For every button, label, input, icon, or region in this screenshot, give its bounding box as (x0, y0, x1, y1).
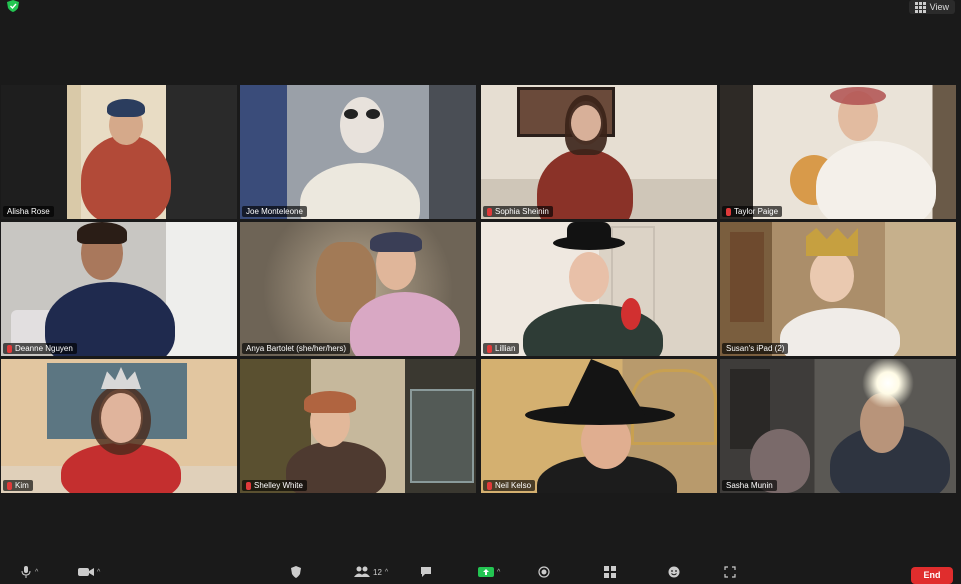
parrot-umbrella (621, 298, 641, 330)
video-tile-susans-ipad[interactable]: Susan's iPad (2) (720, 222, 956, 356)
participant-name-tag: Shelley White (242, 480, 307, 491)
muted-mic-icon (7, 344, 12, 353)
security-button[interactable] (290, 564, 302, 580)
participant-name-tag: Taylor Paige (722, 206, 783, 217)
participant-name: Deanne Nguyen (15, 344, 73, 353)
end-meeting-button[interactable]: End (911, 567, 953, 584)
record-icon (538, 566, 550, 578)
chevron-up-icon[interactable]: ^ (35, 569, 38, 576)
muted-mic-icon (7, 481, 12, 490)
mute-button[interactable]: ^ (20, 564, 38, 580)
headlamp-light (860, 359, 916, 407)
expand-icon (724, 566, 736, 578)
chat-button[interactable] (420, 564, 432, 580)
muted-mic-icon (246, 481, 251, 490)
microphone-icon (21, 566, 31, 578)
participants-button[interactable]: 12 ^ (354, 564, 388, 580)
video-tile-taylor-paige[interactable]: Taylor Paige (720, 85, 956, 219)
participant-name-tag: Susan's iPad (2) (722, 343, 789, 354)
video-tile-anya-bartolet[interactable]: Anya Bartolet (she/her/hers) (240, 222, 476, 356)
hat-top (567, 222, 611, 244)
more-button[interactable] (724, 564, 736, 580)
participant-name: Sophia Sheinin (495, 207, 549, 216)
video-tile-sophia-sheinin[interactable]: Sophia Sheinin (481, 85, 717, 219)
participant-name: Taylor Paige (734, 207, 779, 216)
participant-name-tag: Sophia Sheinin (483, 206, 553, 217)
participant-name-tag: Kim (3, 480, 33, 491)
encryption-shield-icon[interactable] (6, 0, 20, 12)
video-tile-joe-monteleone[interactable]: Joe Monteleone (240, 85, 476, 219)
muted-mic-icon (487, 481, 492, 490)
apps-button[interactable] (604, 564, 616, 580)
video-tile-sasha-munin[interactable]: Sasha Munin (720, 359, 956, 493)
apps-grid-icon (604, 566, 616, 578)
participant-name-tag: Lillian (483, 343, 520, 354)
participant-name-tag: Deanne Nguyen (3, 343, 77, 354)
chevron-up-icon[interactable]: ^ (497, 569, 500, 576)
muted-mic-icon (726, 207, 731, 216)
video-tile-shelley-white[interactable]: Shelley White (240, 359, 476, 493)
participant-name-tag: Neil Kelso (483, 480, 536, 491)
participant-name-tag: Joe Monteleone (242, 206, 307, 217)
participants-icon (354, 566, 370, 577)
video-tile-alisha-rose[interactable]: Alisha Rose (1, 85, 237, 219)
participant-name: Neil Kelso (495, 481, 532, 490)
participant-name: Alisha Rose (7, 207, 50, 216)
glass-cabinet (410, 389, 474, 483)
top-bar: View (0, 0, 961, 16)
participant-name-tag: Sasha Munin (722, 480, 777, 491)
view-label: View (929, 2, 949, 12)
chat-bubble-icon (421, 567, 431, 577)
smiley-icon (668, 566, 680, 578)
participant-name: Anya Bartolet (she/her/hers) (246, 344, 347, 353)
participant-name-tag: Alisha Rose (3, 206, 54, 217)
shield-icon (291, 566, 301, 578)
participant-name: Shelley White (254, 481, 303, 490)
participant-name: Joe Monteleone (246, 207, 303, 216)
muted-mic-icon (487, 344, 492, 353)
gallery-grid: Alisha Rose Joe Monteleone Sophia Sheini… (0, 84, 961, 494)
chevron-up-icon[interactable]: ^ (97, 569, 100, 576)
participant-name-tag: Anya Bartolet (she/her/hers) (242, 343, 351, 354)
video-tile-kim[interactable]: Kim (1, 359, 237, 493)
view-button[interactable]: View (908, 0, 955, 14)
muted-mic-icon (487, 207, 492, 216)
participant-name: Susan's iPad (2) (726, 344, 785, 353)
share-screen-button[interactable]: ^ (478, 564, 500, 580)
record-button[interactable] (538, 564, 550, 580)
share-screen-icon (478, 567, 494, 577)
video-camera-icon (78, 568, 94, 576)
grid-view-icon (914, 1, 926, 13)
video-tile-neil-kelso[interactable]: Neil Kelso (481, 359, 717, 493)
video-button[interactable]: ^ (78, 564, 100, 580)
participant-name: Kim (15, 481, 29, 490)
wall-hanging (730, 232, 764, 322)
meeting-toolbar: ^ ^ 12 ^ ^ End (0, 560, 961, 584)
video-tile-deanne-nguyen[interactable]: Deanne Nguyen (1, 222, 237, 356)
chevron-up-icon[interactable]: ^ (385, 569, 388, 576)
participant-name: Lillian (495, 344, 516, 353)
video-tile-lillian[interactable]: Lillian (481, 222, 717, 356)
participant-count: 12 (373, 567, 382, 577)
reactions-button[interactable] (668, 564, 680, 580)
participant-name: Sasha Munin (726, 481, 773, 490)
